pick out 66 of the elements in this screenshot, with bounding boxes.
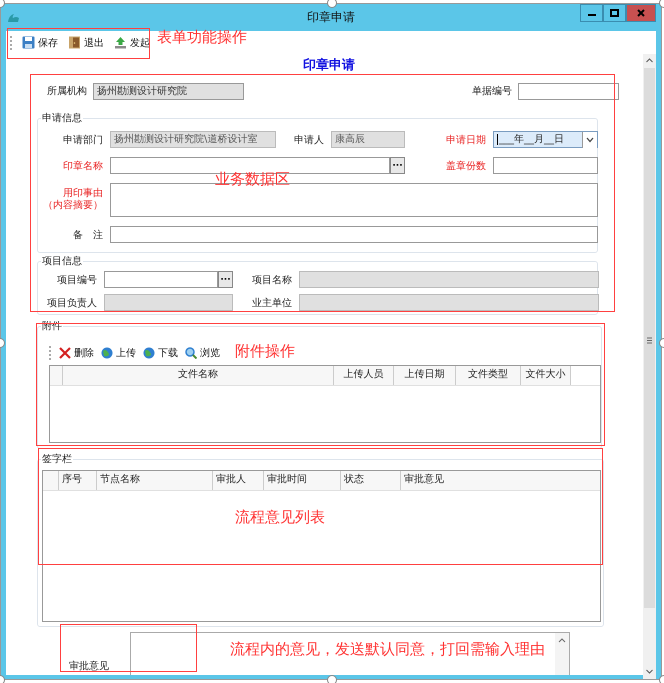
column-header[interactable]: 审批人 <box>213 471 264 490</box>
group-title: 申请信息 <box>41 112 83 125</box>
field-label: 项目负责人 <box>47 296 97 310</box>
column-header[interactable]: 文件类型 <box>456 366 521 385</box>
dropdown-icon <box>582 132 597 148</box>
date-field[interactable]: ___年__月__日 <box>493 131 598 148</box>
field-note: （内容摘要） <box>43 200 103 212</box>
field-label: 申请部门 <box>63 134 103 146</box>
search-icon <box>185 346 197 358</box>
browse-button[interactable]: ··· <box>390 157 405 174</box>
field-label: 业主单位 <box>252 296 292 310</box>
input-field[interactable] <box>104 271 218 288</box>
toolbar-button[interactable]: 下载 <box>142 346 179 360</box>
field-label: 申请日期 <box>446 134 486 146</box>
column-header[interactable]: 序号 <box>59 471 97 490</box>
group-title: 签字栏 <box>41 453 73 466</box>
input-field[interactable] <box>518 82 619 100</box>
field-label: 项目编号 <box>57 274 97 286</box>
toolbar-button[interactable]: 保存 <box>20 34 60 50</box>
maximize-button[interactable] <box>603 4 626 22</box>
toolbar-button[interactable]: 退出 <box>66 34 106 50</box>
field-label: 备 注 <box>73 228 103 242</box>
field-label: 盖章份数 <box>446 160 486 172</box>
globe-icon <box>143 346 155 358</box>
minimize-button[interactable] <box>580 4 603 22</box>
input-field[interactable] <box>493 157 598 174</box>
maximize-icon <box>610 9 619 17</box>
field-label: 所属机构 <box>46 84 87 98</box>
column-header[interactable]: 文件名称 <box>63 366 334 385</box>
text-area[interactable] <box>130 632 570 675</box>
group-title: 项目信息 <box>41 255 83 268</box>
delete-icon <box>59 346 71 358</box>
browse-button[interactable]: ··· <box>218 271 233 288</box>
form-title: 印章申请 <box>302 57 356 75</box>
toolbar-button[interactable]: 浏览 <box>184 346 221 360</box>
column-header[interactable]: 节点名称 <box>97 471 213 490</box>
toolbar-button[interactable]: 上传 <box>100 346 137 360</box>
column-header[interactable]: 上传日期 <box>394 366 456 385</box>
input-field[interactable] <box>110 226 598 243</box>
toolbar-button[interactable]: 发起 <box>112 34 152 50</box>
annotation-label: 流程内的意见，发送默认同意，打回需输入理由 <box>230 640 545 658</box>
column-header[interactable]: 上传人员 <box>334 366 394 385</box>
upload-icon <box>114 36 127 49</box>
field-label: 单据编号 <box>472 84 512 98</box>
toolbar-button[interactable]: 删除 <box>58 346 95 360</box>
annotation-label: 附件操作 <box>235 342 295 360</box>
annotation-label: 业务数据区 <box>215 170 290 188</box>
column-header[interactable]: 审批时间 <box>264 471 341 490</box>
window-title: 印章申请 <box>307 9 355 26</box>
field-label: 项目名称 <box>252 274 292 286</box>
field-label: 用印事由 <box>63 188 103 200</box>
field-label: 审批意见 <box>68 660 110 674</box>
column-header[interactable]: 状态 <box>341 471 401 490</box>
door-icon <box>68 36 81 49</box>
column-header[interactable]: 审批意见 <box>401 471 600 490</box>
globe-icon <box>101 346 113 358</box>
close-icon <box>637 9 645 17</box>
resize-handle[interactable] <box>327 0 337 8</box>
annotation-label: 流程意见列表 <box>235 508 325 526</box>
field-label: 申请人 <box>294 134 324 146</box>
field-label: 印章名称 <box>63 160 103 172</box>
app-icon <box>8 14 19 22</box>
close-button[interactable] <box>626 4 656 22</box>
annotation-label: 表单功能操作 <box>157 28 247 46</box>
floppy-icon <box>22 36 35 49</box>
column-header[interactable]: 文件大小 <box>521 366 571 385</box>
